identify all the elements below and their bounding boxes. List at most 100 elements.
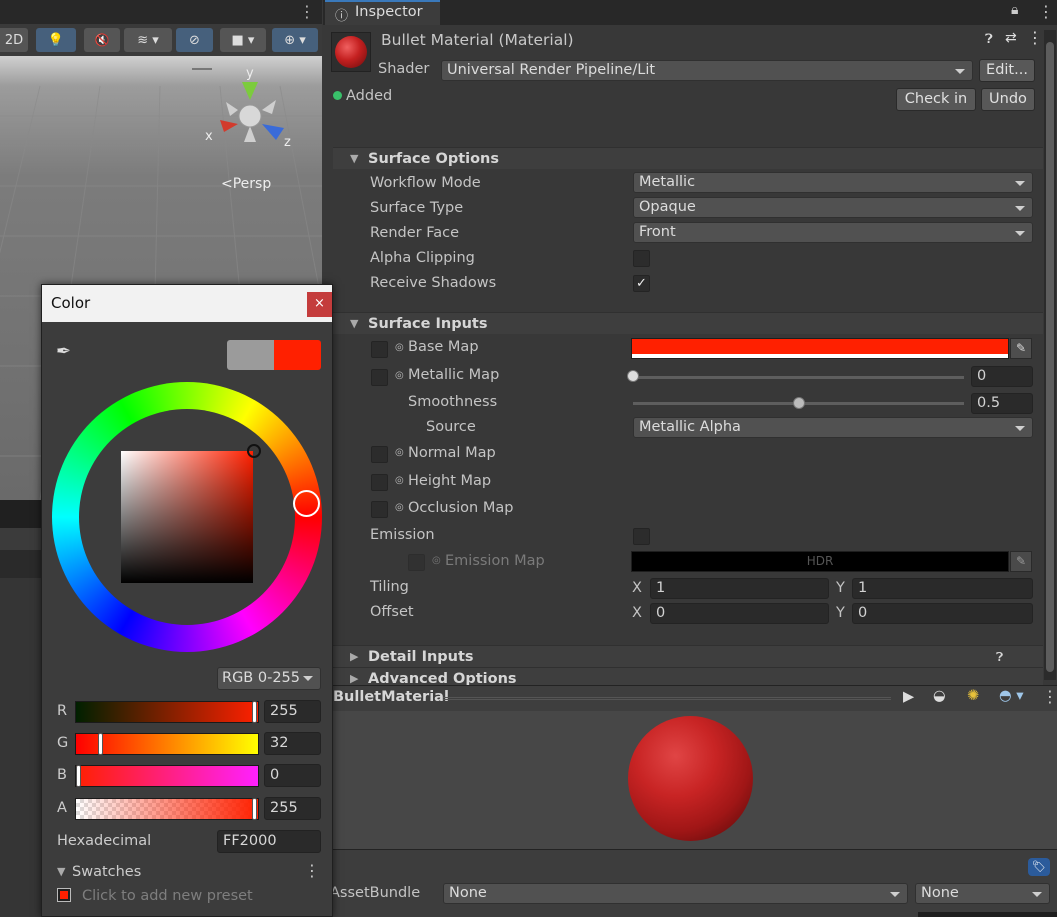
close-button[interactable]: × (307, 292, 332, 317)
occlusion-map-texture-slot[interactable] (371, 501, 388, 518)
saturation-value-square[interactable] (121, 451, 253, 583)
previous-color-swatch[interactable] (227, 340, 274, 370)
gizmos-dropdown[interactable]: ⊕ ▾ (272, 28, 318, 52)
emission-checkbox[interactable] (633, 528, 650, 545)
preview-lights-icon[interactable]: ✺ (967, 688, 979, 704)
texture-picker-icon[interactable]: ◎ (395, 447, 404, 458)
hue-selector[interactable] (293, 490, 320, 517)
asset-bundle-variant-dropdown[interactable]: None (915, 883, 1050, 904)
alpha-clipping-checkbox[interactable] (633, 250, 650, 267)
red-slider-handle[interactable] (252, 701, 257, 723)
presets-icon[interactable]: ⇄ (1005, 30, 1017, 46)
red-label: R (57, 703, 68, 719)
smoothness-source-dropdown[interactable]: Metallic Alpha (633, 417, 1033, 438)
scrollbar-thumb[interactable] (1046, 42, 1054, 672)
green-slider-handle[interactable] (98, 733, 103, 755)
hexadecimal-field[interactable]: FF2000 (217, 830, 321, 853)
emission-label: Emission (370, 527, 435, 543)
scene-visibility-toggle[interactable]: ⊘ (176, 28, 213, 52)
red-value-field[interactable]: 255 (264, 700, 321, 723)
more-options-icon[interactable]: ⋮ (299, 2, 315, 21)
asset-bundle-name-dropdown[interactable]: None (443, 883, 908, 904)
render-face-dropdown[interactable]: Front (633, 222, 1033, 243)
alpha-slider[interactable] (75, 798, 259, 820)
help-icon[interactable]: ❓︎ (985, 32, 993, 47)
gizmo-x-label: x (205, 129, 213, 144)
camera-dropdown[interactable]: ■ ▾ (220, 28, 266, 52)
green-value-field[interactable]: 32 (264, 732, 321, 755)
metallic-slider-handle[interactable] (627, 370, 639, 382)
emission-eyedropper-button[interactable]: ✎ (1010, 551, 1032, 572)
texture-picker-icon[interactable]: ◎ (395, 370, 404, 381)
preview-mesh-icon[interactable]: ◒ (933, 688, 946, 704)
projection-toggle[interactable]: <Persp (221, 176, 271, 192)
texture-picker-icon[interactable]: ◎ (395, 342, 404, 353)
metallic-map-label: Metallic Map (408, 367, 500, 383)
tiling-y-field[interactable]: 1 (852, 578, 1033, 599)
texture-picker-icon[interactable]: ◎ (432, 555, 441, 566)
blue-value-field[interactable]: 0 (264, 764, 321, 787)
tab-inspector[interactable]: ⓘ Inspector (325, 0, 440, 25)
workflow-mode-dropdown[interactable]: Metallic (633, 172, 1033, 193)
surface-type-dropdown[interactable]: Opaque (633, 197, 1033, 218)
metallic-value-field[interactable]: 0 (971, 366, 1033, 387)
color-mode-dropdown[interactable]: RGB 0-255 (217, 667, 321, 690)
eyedropper-icon[interactable]: ✒︎ (56, 341, 71, 362)
red-slider[interactable] (75, 701, 259, 723)
detail-inputs-foldout[interactable]: ▶ Detail Inputs ❓︎ (333, 645, 1043, 667)
audio-toggle-button[interactable]: 🔇 (84, 28, 120, 52)
preview-header[interactable]: BulletMaterial ▶ ◒ ✺ ◓ ▾ ⋮ (323, 685, 1057, 711)
receive-shadows-checkbox[interactable]: ✓ (633, 275, 650, 292)
inspector-menu-icon[interactable]: ⋮ (1038, 2, 1054, 21)
color-picker-window[interactable]: Color × ✒︎ RGB 0-255 R 255 G 32 B 0 A 25… (41, 284, 333, 917)
tiling-x-field[interactable]: 1 (650, 578, 829, 599)
texture-picker-icon[interactable]: ◎ (395, 502, 404, 513)
normal-map-texture-slot[interactable] (371, 446, 388, 463)
tiling-label: Tiling (370, 579, 409, 595)
material-preview[interactable] (323, 711, 1057, 849)
blue-slider-handle[interactable] (76, 765, 81, 787)
blue-slider[interactable] (75, 765, 259, 787)
color-picker-titlebar[interactable]: Color (42, 285, 332, 322)
advanced-options-foldout[interactable]: ▶ Advanced Options (333, 667, 1043, 685)
base-color-field[interactable] (631, 338, 1009, 359)
2d-toggle-button[interactable]: 2D (0, 28, 28, 52)
surface-inputs-foldout[interactable]: ▼ Surface Inputs (333, 312, 1043, 334)
eyedropper-button[interactable]: ✎ (1010, 338, 1032, 359)
swatches-menu-icon[interactable]: ⋮ (304, 861, 320, 880)
preview-resize-handle[interactable] (443, 697, 891, 700)
smoothness-slider-handle[interactable] (792, 397, 805, 409)
edit-shader-button[interactable]: Edit... (979, 59, 1035, 82)
asset-label-icon[interactable]: 🏷︎ (1028, 858, 1050, 876)
check-in-button[interactable]: Check in (896, 88, 976, 111)
saturation-value-selector[interactable] (247, 444, 261, 458)
height-map-texture-slot[interactable] (371, 474, 388, 491)
smoothness-value-field[interactable]: 0.5 (971, 393, 1033, 414)
shader-dropdown[interactable]: Universal Render Pipeline/Lit (441, 60, 973, 81)
alpha-value-field[interactable]: 255 (264, 797, 321, 820)
offset-y-label: Y (836, 605, 845, 621)
component-menu-icon[interactable]: ⋮ (1027, 28, 1043, 47)
metallic-map-texture-slot[interactable] (371, 369, 388, 386)
effects-dropdown[interactable]: ≋ ▾ (124, 28, 172, 52)
play-icon[interactable]: ▶ (903, 689, 914, 705)
alpha-slider-handle[interactable] (252, 798, 257, 820)
preview-menu-icon[interactable]: ⋮ (1042, 687, 1057, 706)
foldout-expanded-icon[interactable]: ▼ (57, 865, 65, 878)
offset-x-field[interactable]: 0 (650, 603, 829, 624)
lighting-toggle-button[interactable]: 💡 (36, 28, 76, 52)
base-map-texture-slot[interactable] (371, 341, 388, 358)
emission-map-texture-slot[interactable] (408, 554, 425, 571)
surface-options-foldout[interactable]: ▼ Surface Options (333, 147, 1043, 169)
undo-button[interactable]: Undo (981, 88, 1035, 111)
metallic-slider-track[interactable] (633, 376, 964, 379)
add-swatch-button[interactable] (57, 888, 71, 902)
preview-sphere-dropdown[interactable]: ◓ ▾ (999, 688, 1024, 704)
offset-y-field[interactable]: 0 (852, 603, 1033, 624)
texture-picker-icon[interactable]: ◎ (395, 475, 404, 486)
emission-color-field[interactable]: HDR (631, 551, 1009, 572)
green-slider[interactable] (75, 733, 259, 755)
lock-icon[interactable]: 🔒︎ (1011, 2, 1018, 18)
help-icon[interactable]: ❓︎ (996, 646, 1003, 668)
inspector-scrollbar[interactable] (1044, 30, 1056, 680)
